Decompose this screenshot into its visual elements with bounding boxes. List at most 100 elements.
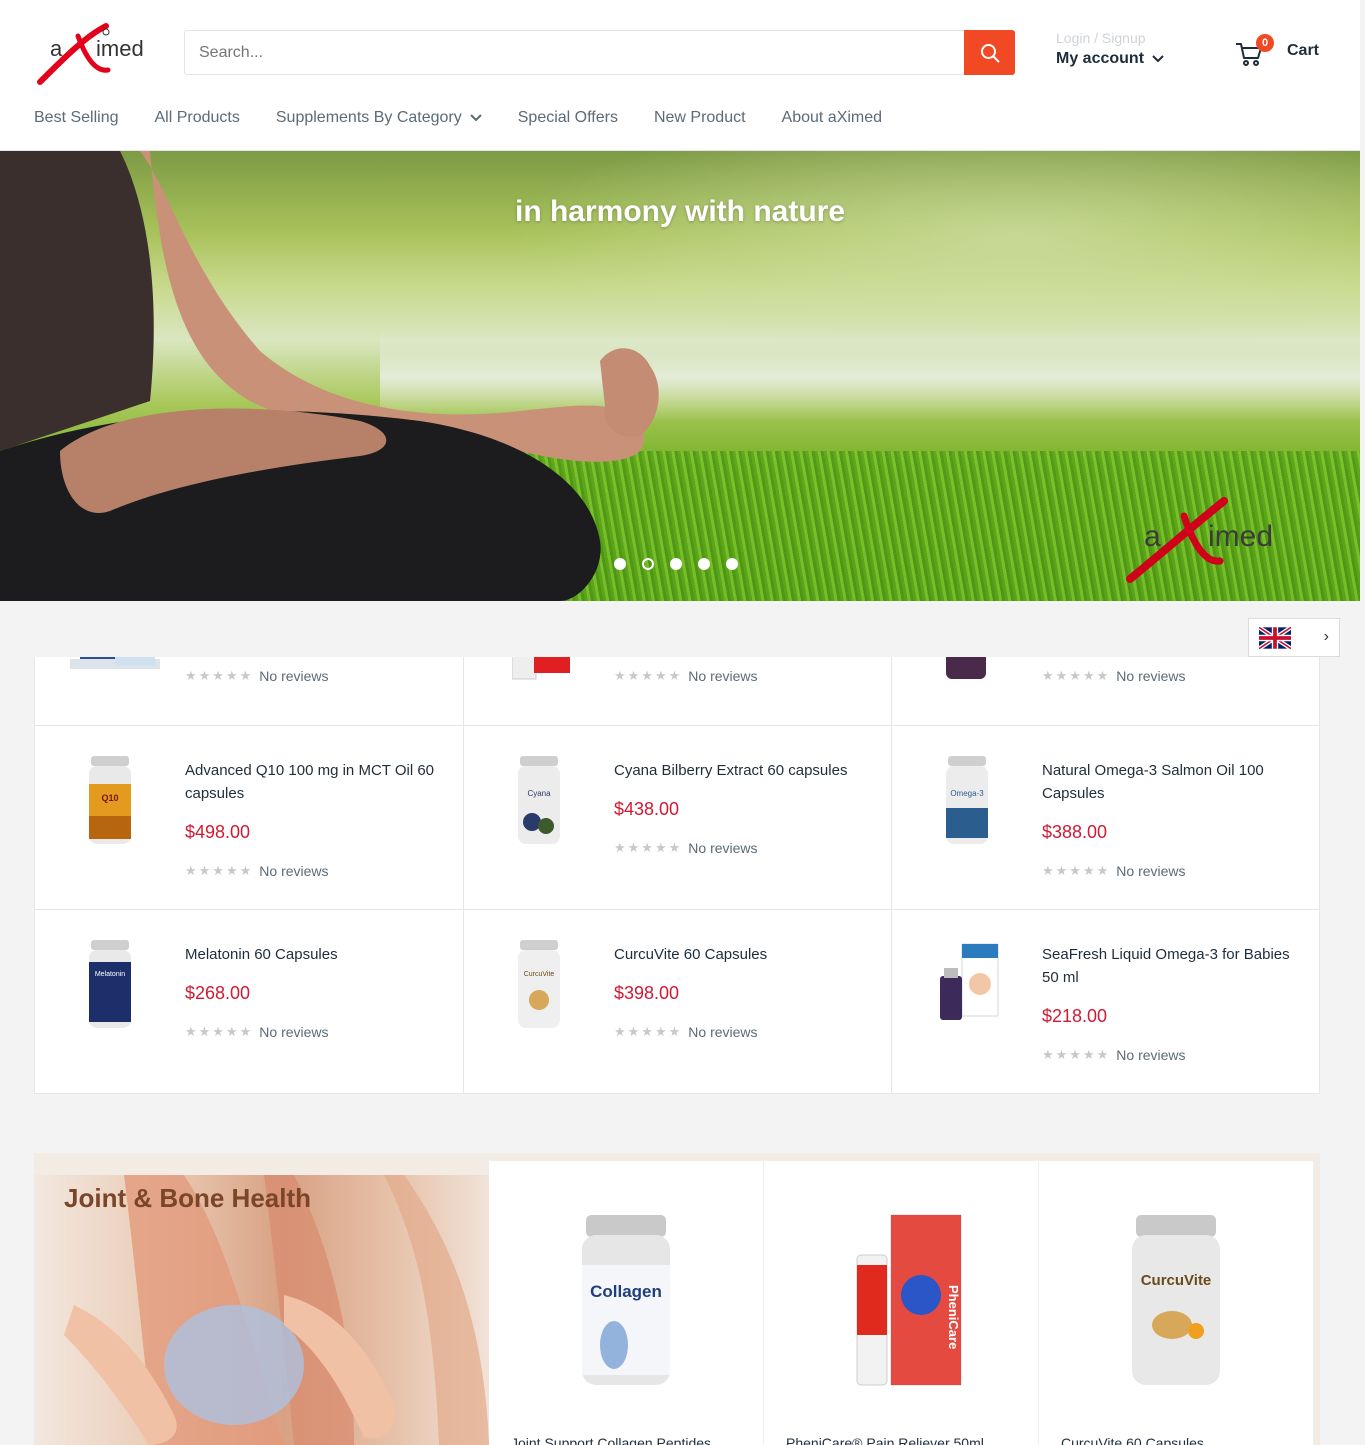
svg-text:imed: imed [96,36,144,61]
joint-bone-section: Joint & Bone Health Collagen Joint Suppo… [34,1153,1320,1445]
chevron-right-icon: › [1323,628,1329,645]
product-name[interactable]: Advanced Q10 100 mg in MCT Oil 60 capsul… [185,759,435,805]
joint-bone-banner[interactable]: Joint & Bone Health [34,1175,489,1445]
star-rating-icon: ★★★★★ [185,863,254,878]
product-grid: ★★★★★ No reviews ★★★★★ No reviews ★★★★★ … [34,657,1320,1094]
review-count: No reviews [259,863,329,879]
product-card[interactable]: Omega-3 Natural Omega-3 Salmon Oil 100 C… [892,726,1319,910]
svg-text:PheniCare: PheniCare [946,1285,961,1349]
my-account-label[interactable]: My account [1056,50,1144,68]
product-card[interactable]: Melatonin Melatonin 60 Capsules $268.00 … [35,910,464,1093]
star-rating-icon: ★★★★★ [1042,863,1111,878]
aximed-hero-logo: a imed [1126,497,1273,583]
cart-count-badge: 0 [1256,34,1274,52]
joint-product-card[interactable]: Collagen Joint Support Collagen Peptides [489,1161,764,1445]
nav-supplements-by-category[interactable]: Supplements By Category [276,109,482,127]
product-price: $438.00 [614,799,680,819]
review-summary: ★★★★★ No reviews [614,668,758,684]
account-menu[interactable]: Login / Signup My account [1056,30,1186,78]
star-rating-icon: ★★★★★ [614,1024,683,1039]
svg-text:a: a [50,36,63,61]
product-price: $218.00 [1042,1006,1108,1026]
review-summary: ★★★★★ No reviews [185,1024,329,1040]
product-card[interactable]: Q10 Advanced Q10 100 mg in MCT Oil 60 ca… [35,726,464,910]
slider-dot-3[interactable] [670,558,682,570]
slider-dot-5[interactable] [726,558,738,570]
curcuvite-product-image: CurcuVite [1132,1215,1220,1385]
svg-text:imed: imed [1208,520,1273,553]
review-count: No reviews [259,668,329,684]
phenicare-product-image: PheniCare [856,1214,962,1386]
product-name[interactable]: Natural Omega-3 Salmon Oil 100 Capsules [1042,759,1292,805]
star-rating-icon: ★★★★★ [1042,668,1111,683]
product-thumbnail-curcuvite: CurcuVite [518,940,560,1028]
star-rating-icon: ★★★★★ [185,1024,254,1039]
collagen-product-image: Collagen [582,1215,670,1385]
review-count: No reviews [1116,863,1186,879]
product-card-partial-3[interactable]: ★★★★★ No reviews [892,657,1319,726]
product-price: $268.00 [185,983,251,1003]
hero-title: in harmony with nature [514,195,846,228]
nav-all-products[interactable]: All Products [155,109,240,127]
star-rating-icon: ★★★★★ [614,840,683,855]
review-count: No reviews [259,1024,329,1040]
nav-new-product[interactable]: New Product [654,109,746,127]
nav-best-selling[interactable]: Best Selling [34,109,119,127]
product-name[interactable]: SeaFresh Liquid Omega-3 for Babies 50 ml [1042,943,1292,989]
slider-dot-1[interactable] [614,558,626,570]
product-thumbnail [512,657,570,680]
product-card-partial-2[interactable]: ★★★★★ No reviews [464,657,892,726]
joint-product-name[interactable]: Joint Support Collagen Peptides [511,1435,711,1445]
slider-dot-4[interactable] [698,558,710,570]
login-signup-link[interactable]: Login / Signup [1056,30,1186,46]
main-nav: Best Selling All Products Supplements By… [34,106,918,130]
language-selector[interactable]: › [1248,618,1340,657]
review-summary: ★★★★★ No reviews [1042,863,1186,879]
product-thumbnail-cyana: Cyana [518,756,560,844]
review-count: No reviews [1116,668,1186,684]
search-button[interactable] [964,30,1015,75]
nav-special-offers[interactable]: Special Offers [518,109,618,127]
review-count: No reviews [688,1024,758,1040]
svg-text:Collagen: Collagen [590,1282,662,1301]
nav-about[interactable]: About aXimed [782,109,883,127]
joint-product-card[interactable]: CurcuVite CurcuVite 60 Capsules [1039,1161,1314,1445]
svg-text:Melatonin: Melatonin [95,971,125,978]
search-icon [980,43,999,62]
product-name[interactable]: CurcuVite 60 Capsules [614,943,864,966]
hero-banner[interactable]: in harmony with nature a imed [0,151,1360,601]
svg-text:CurcuVite: CurcuVite [1141,1272,1212,1289]
joint-product-name[interactable]: CurcuVite 60 Capsules [1061,1435,1204,1445]
uk-flag-icon [1259,626,1291,649]
product-price: $398.00 [614,983,680,1003]
product-thumbnail-q10: Q10 [89,756,131,844]
site-header: a imed Login / Signup My account 0 Cart [0,0,1360,151]
cart-label: Cart [1287,42,1320,59]
search-bar [184,30,1015,75]
svg-text:Cyana: Cyana [527,789,551,798]
product-name[interactable]: Melatonin 60 Capsules [185,943,435,966]
aximed-logo[interactable]: a imed [34,18,149,86]
product-name[interactable]: Cyana Bilberry Extract 60 capsules [614,759,864,782]
review-summary: ★★★★★ No reviews [614,1024,758,1040]
joint-product-name[interactable]: PheniCare® Pain Reliever 50ml [786,1435,984,1445]
joint-section-title: Joint & Bone Health [64,1183,312,1213]
cart-button[interactable]: 0 Cart [1234,34,1324,70]
svg-text:CurcuVite: CurcuVite [524,971,555,978]
product-card[interactable]: CurcuVite CurcuVite 60 Capsules $398.00 … [464,910,892,1093]
product-card[interactable]: SeaFresh Liquid Omega-3 for Babies 50 ml… [892,910,1319,1093]
review-count: No reviews [1116,1047,1186,1063]
star-rating-icon: ★★★★★ [1042,1047,1111,1062]
review-summary: ★★★★★ No reviews [614,840,758,856]
slider-dot-2[interactable] [642,558,654,570]
svg-text:Omega-3: Omega-3 [950,789,984,798]
review-count: No reviews [688,840,758,856]
product-card[interactable]: Cyana Cyana Bilberry Extract 60 capsules… [464,726,892,910]
search-input[interactable] [185,31,965,74]
product-thumbnail-seafresh [940,943,999,1020]
product-card-partial-1[interactable]: ★★★★★ No reviews [35,657,464,726]
joint-product-card[interactable]: PheniCare PheniCare® Pain Reliever 50ml [764,1161,1039,1445]
product-price: $498.00 [185,822,251,842]
knee-image [64,1175,489,1445]
product-thumbnail [70,657,160,669]
